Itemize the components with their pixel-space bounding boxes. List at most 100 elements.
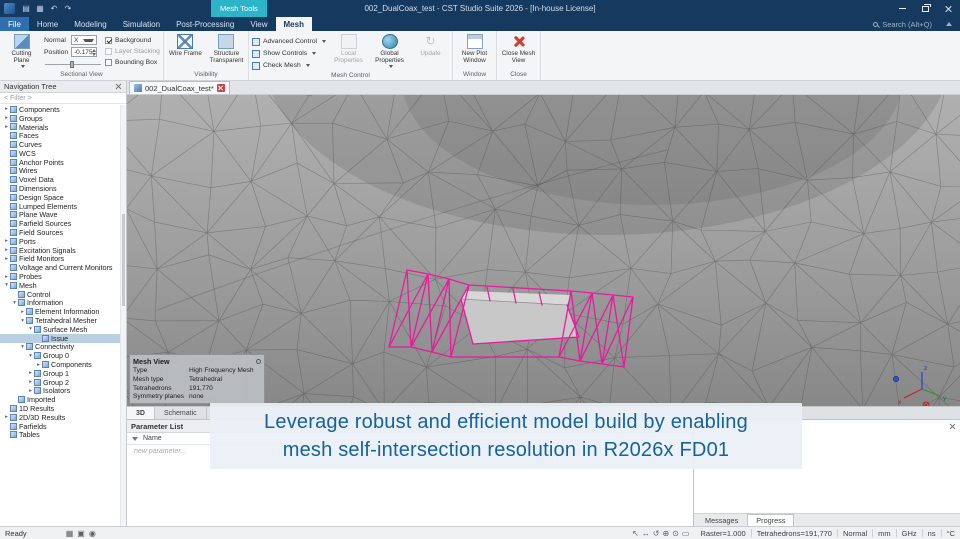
collapse-ribbon-icon[interactable] [946, 22, 952, 26]
tree-item-group-0[interactable]: ▾Group 0 [0, 351, 126, 360]
tree-item-isolators[interactable]: ▸Isolators [0, 387, 126, 396]
tree-item-anchor-points[interactable]: Anchor Points [0, 158, 126, 167]
tree-item-wires[interactable]: Wires [0, 167, 126, 176]
scrollbar-thumb[interactable] [122, 214, 125, 306]
view-tab-schematic[interactable]: Schematic [155, 407, 207, 419]
tree-expander-icon[interactable]: ▾ [3, 282, 10, 288]
tree-item-probes[interactable]: ▸Probes [0, 272, 126, 281]
position-slider[interactable] [45, 60, 101, 69]
menu-tab-simulation[interactable]: Simulation [115, 17, 168, 31]
contextual-tab-mesh-tools[interactable]: Mesh Tools [211, 0, 267, 17]
minimize-button[interactable] [891, 0, 914, 17]
mesh-3d-viewport[interactable]: xyz Mesh View TypeHigh Frequency MeshMes… [127, 95, 960, 419]
tree-expander-icon[interactable]: ▾ [27, 326, 34, 332]
tree-expander-icon[interactable]: ▸ [3, 124, 10, 130]
tree-item-design-space[interactable]: Design Space [0, 193, 126, 202]
tree-expander-icon[interactable]: ▸ [3, 106, 10, 112]
close-mesh-view-button[interactable]: Close Mesh View [500, 33, 537, 65]
menu-tab-post-processing[interactable]: Post-Processing [168, 17, 242, 31]
tree-expander-icon[interactable]: ▸ [27, 388, 34, 394]
tree-expander-icon[interactable]: ▾ [27, 353, 34, 359]
menu-tab-view[interactable]: View [242, 17, 275, 31]
menu-tab-home[interactable]: Home [29, 17, 66, 31]
cursor-icon[interactable]: ↖ [632, 529, 639, 538]
show-controls-button[interactable]: Show Controls [252, 48, 326, 59]
tree-item-faces[interactable]: Faces [0, 131, 126, 140]
tree-item-farfield-sources[interactable]: Farfield Sources [0, 219, 126, 228]
tree-item-groups[interactable]: ▸Groups [0, 114, 126, 123]
close-button[interactable] [937, 0, 960, 17]
tree-expander-icon[interactable]: ▸ [3, 256, 10, 262]
tree-expander-icon[interactable]: ▾ [11, 300, 18, 306]
tree-expander-icon[interactable]: ▾ [19, 318, 26, 324]
tree-item-2d-3d-results[interactable]: ▸2D/3D Results [0, 413, 126, 422]
tree-expander-icon[interactable]: ▸ [3, 274, 10, 280]
tree-item-plane-wave[interactable]: Plane Wave [0, 211, 126, 220]
new-icon[interactable]: ▤ [20, 4, 32, 13]
checkbox-bounding-box[interactable]: Bounding Box [105, 57, 160, 67]
advanced-control-button[interactable]: Advanced Control [252, 36, 326, 47]
view-tab-3d[interactable]: 3D [127, 407, 155, 419]
tree-expander-icon[interactable]: ▸ [3, 414, 10, 420]
menu-tab-mesh[interactable]: Mesh [276, 17, 312, 31]
tree-item-field-sources[interactable]: Field Sources [0, 228, 126, 237]
checkbox-background[interactable]: Background [105, 35, 160, 45]
panel-tab-progress[interactable]: Progress [747, 514, 794, 526]
document-tab[interactable]: 002_DualCoax_test* [129, 81, 230, 94]
close-panel-icon[interactable] [949, 423, 956, 430]
tree-item-mesh[interactable]: ▾Mesh [0, 281, 126, 290]
search-box[interactable]: Search (Alt+Q) [873, 17, 960, 31]
normal-select[interactable]: X [71, 35, 97, 45]
tree-item-excitation-signals[interactable]: ▸Excitation Signals [0, 246, 126, 255]
tree-item-group-1[interactable]: ▸Group 1 [0, 369, 126, 378]
tree-expander-icon[interactable]: ▸ [27, 379, 34, 385]
tree-expander-icon[interactable]: ▸ [35, 362, 42, 368]
zoom-in-icon[interactable]: ⊕ [662, 529, 669, 538]
pin-icon[interactable] [256, 359, 261, 364]
snapshot-icon[interactable]: ▣ [77, 529, 85, 538]
tree-item-components[interactable]: ▸Components [0, 105, 126, 114]
tree-item-ports[interactable]: ▸Ports [0, 237, 126, 246]
tree-item-tetrahedral-mesher[interactable]: ▾Tetrahedral Mesher [0, 316, 126, 325]
tree-item-wcs[interactable]: WCS [0, 149, 126, 158]
tree-item-element-information[interactable]: ▸Element Information [0, 307, 126, 316]
tree-item-voltage-and-current-monitors[interactable]: Voltage and Current Monitors [0, 263, 126, 272]
spin-down-icon[interactable] [92, 53, 96, 56]
tree-item-control[interactable]: Control [0, 290, 126, 299]
slider-thumb[interactable] [70, 61, 74, 68]
tree-item-dimensions[interactable]: Dimensions [0, 184, 126, 193]
structure-transparent-button[interactable]: Structure Transparent [208, 33, 245, 65]
tree-item-field-monitors[interactable]: ▸Field Monitors [0, 255, 126, 264]
restore-button[interactable] [914, 0, 937, 17]
tree-expander-icon[interactable]: ▸ [3, 115, 10, 121]
panel-tab-messages[interactable]: Messages [696, 514, 747, 526]
tree-item-materials[interactable]: ▸Materials [0, 123, 126, 132]
tree-item-group-2[interactable]: ▸Group 2 [0, 378, 126, 387]
tree-expander-icon[interactable]: ▸ [3, 247, 10, 253]
tree-expander-icon[interactable]: ▸ [3, 238, 10, 244]
tree-item-information[interactable]: ▾Information [0, 299, 126, 308]
tree-item-lumped-elements[interactable]: Lumped Elements [0, 202, 126, 211]
layout-icon[interactable]: ▦ [66, 529, 74, 538]
tree-item-imported[interactable]: Imported [0, 395, 126, 404]
menu-tab-file[interactable]: File [0, 17, 29, 31]
global-properties-button[interactable]: Global Properties [371, 33, 408, 68]
redo-icon[interactable]: ↷ [62, 4, 74, 13]
tree-item-components[interactable]: ▸Components [0, 360, 126, 369]
tree-item-tables[interactable]: Tables [0, 430, 126, 439]
pan-icon[interactable]: ↔ [642, 529, 650, 538]
tree-item-1d-results[interactable]: 1D Results [0, 404, 126, 413]
grid-icon[interactable]: ▭ [682, 529, 690, 538]
tree-item-connectivity[interactable]: ▾Connectivity [0, 343, 126, 352]
save-icon[interactable]: ▦ [34, 4, 46, 13]
close-panel-icon[interactable] [115, 83, 122, 90]
position-input[interactable]: -0.175 [71, 47, 97, 57]
undo-icon[interactable]: ↶ [48, 4, 60, 13]
fit-view-icon[interactable]: ⊙ [672, 529, 679, 538]
tree-expander-icon[interactable]: ▾ [19, 344, 26, 350]
tree-item-voxel-data[interactable]: Voxel Data [0, 175, 126, 184]
tree-item-farfields[interactable]: Farfields [0, 422, 126, 431]
cutting-plane-button[interactable]: Cutting Plane [3, 33, 40, 68]
new-plot-window-button[interactable]: New Plot Window [456, 33, 493, 65]
tree-filter-input[interactable]: < Filter > [0, 93, 126, 104]
